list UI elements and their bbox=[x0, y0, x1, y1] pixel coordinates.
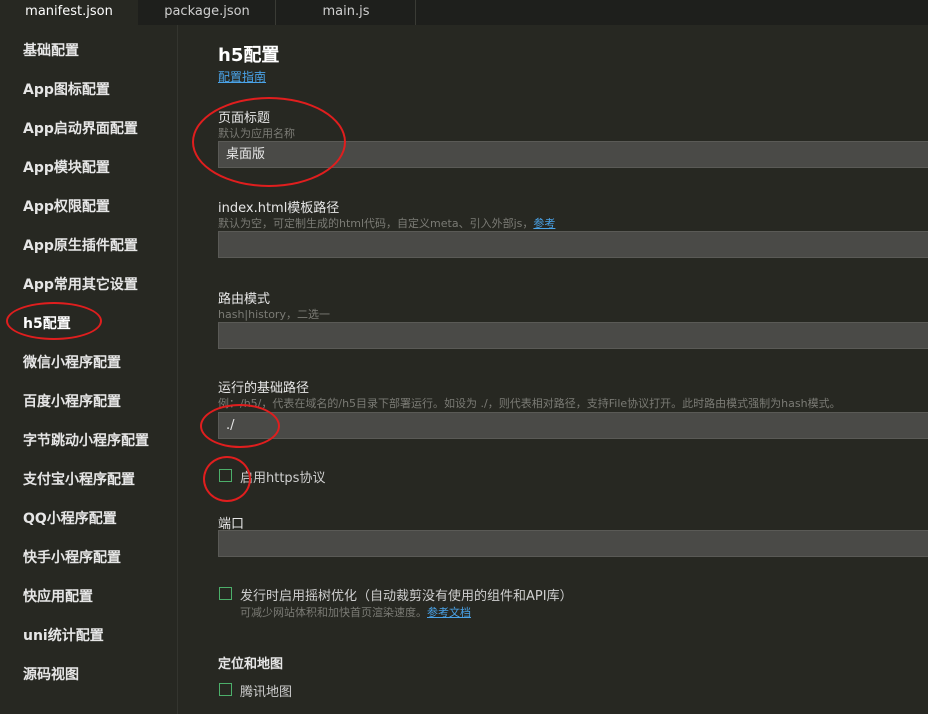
index-template-label: index.html模板路径 bbox=[218, 201, 340, 216]
base-path-input[interactable]: ./ bbox=[218, 412, 928, 439]
sidebar-item-app-other[interactable]: App常用其它设置 bbox=[23, 274, 138, 294]
sidebar-item-h5[interactable]: h5配置 bbox=[23, 313, 71, 333]
tab-separator bbox=[415, 0, 416, 25]
tencent-map-label: 腾讯地图 bbox=[240, 685, 293, 700]
base-path-hint: 例：/h5/，代表在域名的/h5目录下部署运行。如设为 ./，则代表相对路径，支… bbox=[218, 397, 841, 410]
https-checkbox[interactable] bbox=[219, 469, 232, 482]
router-mode-label: 路由模式 bbox=[218, 292, 271, 307]
port-input[interactable] bbox=[218, 530, 928, 557]
treeshake-reference-link[interactable]: 参考文档 bbox=[427, 606, 471, 619]
sidebar-item-source-view[interactable]: 源码视图 bbox=[23, 664, 79, 684]
sidebar-item-app-modules[interactable]: App模块配置 bbox=[23, 157, 110, 177]
page-title-hint: 默认为应用名称 bbox=[218, 127, 295, 140]
sidebar-item-baidu[interactable]: 百度小程序配置 bbox=[23, 391, 121, 411]
config-guide-link[interactable]: 配置指南 bbox=[218, 68, 266, 85]
tab-label: main.js bbox=[322, 4, 370, 19]
page-title: h5配置 bbox=[218, 45, 280, 66]
https-label: 启用https协议 bbox=[240, 471, 326, 486]
router-mode-input[interactable] bbox=[218, 322, 928, 349]
sidebar-item-toutiao[interactable]: 字节跳动小程序配置 bbox=[23, 430, 149, 450]
tab-package-json[interactable]: package.json bbox=[138, 0, 276, 25]
sidebar-item-app-permissions[interactable]: App权限配置 bbox=[23, 196, 110, 216]
treeshake-hint: 可减少网站体积和加快首页渲染速度。参考文档 bbox=[240, 604, 471, 620]
tab-label: manifest.json bbox=[25, 4, 113, 19]
sidebar-item-app-native-plugins[interactable]: App原生插件配置 bbox=[23, 235, 138, 255]
sidebar-item-alipay[interactable]: 支付宝小程序配置 bbox=[23, 469, 135, 489]
index-template-input[interactable] bbox=[218, 231, 928, 258]
sidebar-item-app-icon[interactable]: App图标配置 bbox=[23, 79, 110, 99]
h5-config-panel: h5配置 配置指南 页面标题 默认为应用名称 桌面版 index.html模板路… bbox=[178, 25, 928, 714]
page-title-input[interactable]: 桌面版 bbox=[218, 141, 928, 168]
tab-label: package.json bbox=[164, 4, 250, 19]
config-sidebar: 基础配置 App图标配置 App启动界面配置 App模块配置 App权限配置 A… bbox=[0, 25, 178, 714]
map-section-title: 定位和地图 bbox=[218, 657, 284, 672]
sidebar-item-qq[interactable]: QQ小程序配置 bbox=[23, 508, 117, 528]
sidebar-item-weixin[interactable]: 微信小程序配置 bbox=[23, 352, 121, 372]
treeshake-hint-text: 可减少网站体积和加快首页渲染速度。 bbox=[240, 606, 427, 619]
treeshake-checkbox[interactable] bbox=[219, 587, 232, 600]
sidebar-item-uni-stat[interactable]: uni统计配置 bbox=[23, 625, 104, 645]
tab-manifest-json[interactable]: manifest.json bbox=[0, 0, 138, 25]
index-template-hint-text: 默认为空，可定制生成的html代码，自定义meta、引入外部js， bbox=[218, 217, 534, 230]
router-mode-hint: hash|history，二选一 bbox=[218, 308, 330, 321]
editor-tab-bar: manifest.json package.json main.js bbox=[0, 0, 928, 25]
treeshake-label: 发行时启用摇树优化（自动裁剪没有使用的组件和API库） bbox=[240, 589, 573, 604]
index-template-reference-link[interactable]: 参考 bbox=[533, 217, 555, 230]
index-template-hint: 默认为空，可定制生成的html代码，自定义meta、引入外部js，参考 bbox=[218, 215, 555, 231]
tab-main-js[interactable]: main.js bbox=[276, 0, 416, 25]
sidebar-item-quickapp[interactable]: 快应用配置 bbox=[23, 586, 93, 606]
page-title-label: 页面标题 bbox=[218, 111, 271, 126]
tencent-map-checkbox[interactable] bbox=[219, 683, 232, 696]
base-path-label: 运行的基础路径 bbox=[218, 381, 310, 396]
sidebar-item-kuaishou[interactable]: 快手小程序配置 bbox=[23, 547, 121, 567]
sidebar-item-app-splash[interactable]: App启动界面配置 bbox=[23, 118, 138, 138]
sidebar-item-basic[interactable]: 基础配置 bbox=[23, 40, 79, 60]
